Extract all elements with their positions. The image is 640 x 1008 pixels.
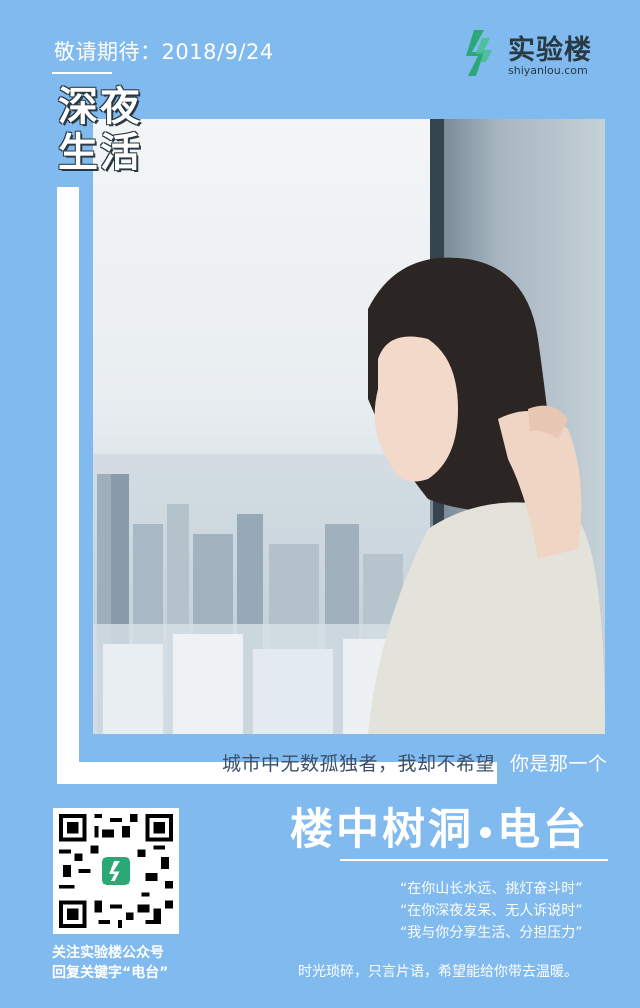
shiyanlou-logo[interactable]: 实验楼 shiyanlou.com <box>458 24 608 84</box>
title-line-1: 深夜 <box>58 84 142 130</box>
poster: 敬请期待：2018/9/24 实验楼 shiyanlou.com 深夜 生活 城… <box>0 0 640 1008</box>
radio-title-underline <box>340 859 608 861</box>
qr-code[interactable] <box>53 808 179 934</box>
woman-by-window-photo <box>93 119 605 734</box>
radio-title: 楼中树洞 电台 <box>290 795 589 857</box>
date-text: 敬请期待：2018/9/24 <box>54 40 274 64</box>
title-dot <box>480 827 491 838</box>
white-frame-left <box>57 187 79 784</box>
qr-code-icon <box>59 814 173 928</box>
tagline: 时光琐碎，只言片语，希望能给你带去温暖。 <box>298 964 578 980</box>
follow-instruction-line-1: 关注实验楼公众号 <box>52 945 164 961</box>
quote-line-2: “在你深夜发呆、无人诉说时” <box>400 903 583 919</box>
logo-text-en: shiyanlou.com <box>508 64 588 77</box>
follow-instruction-line-2: 回复关键字“电台” <box>52 965 169 981</box>
radio-title-part-2: 电台 <box>497 805 589 855</box>
caption-part-2: 你是那一个 <box>510 753 608 775</box>
quote-line-1: “在你山长水远、挑灯奋斗时” <box>400 881 583 897</box>
logo-text-cn: 实验楼 <box>508 35 592 66</box>
date-underline <box>52 72 112 74</box>
quote-line-3: “我与你分享生活、分担压力” <box>400 925 583 941</box>
radio-title-part-1: 楼中树洞 <box>290 805 474 855</box>
caption-part-1: 城市中无数孤独者，我却不希望 <box>222 753 496 775</box>
person-figure <box>368 257 605 734</box>
shiyanlou-logo-icon <box>466 30 492 76</box>
title-line-2: 生活 <box>58 130 142 176</box>
title-block: 深夜 生活 <box>58 84 154 184</box>
